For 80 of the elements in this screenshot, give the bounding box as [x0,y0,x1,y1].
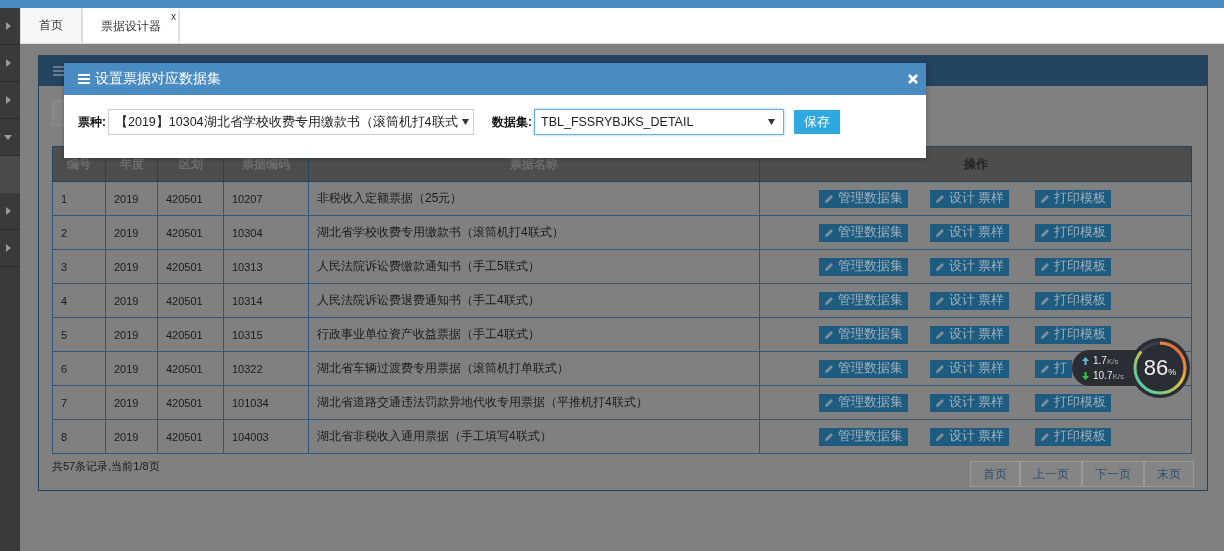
table-cell: 101034 [223,385,309,420]
table-cell: 6 [52,351,106,386]
table-cell: 2019 [105,181,158,216]
table-cell: 10314 [223,283,309,318]
action-button[interactable]: 打 [1035,359,1072,378]
field-label: 票种: [78,113,106,131]
table-cell: 湖北省学校收费专用缴款书（滚筒机打4联式） [308,215,760,250]
table-cell: 7 [52,385,106,420]
table-cell: 10313 [223,249,309,284]
action-button[interactable]: 设计 票样 [930,223,1010,242]
table-cell: 10304 [223,215,309,250]
tab[interactable]: 首页 [20,8,82,43]
dropdown[interactable]: 【2019】10304湖北省学校收费专用缴款书（滚筒机打4联式 [108,109,474,135]
action-button[interactable]: 打印模板 [1035,223,1111,242]
action-button[interactable]: 管理数据集 [819,189,908,208]
action-button[interactable]: 打印模板 [1035,291,1111,310]
action-button[interactable]: 打印模板 [1035,393,1111,412]
action-button[interactable]: 设计 票样 [930,359,1010,378]
field-label: 数据集: [492,113,532,131]
action-button[interactable]: 管理数据集 [819,393,908,412]
dialog-title: 设置票据对应数据集 [95,70,222,88]
action-button[interactable]: 设计 票样 [930,291,1010,310]
action-button[interactable]: 管理数据集 [819,291,908,310]
save-button[interactable]: 保存 [794,110,840,134]
action-button[interactable]: 管理数据集 [819,257,908,276]
table-cell: 420501 [157,385,224,420]
action-button[interactable]: 打印模板 [1035,189,1111,208]
pager-button[interactable]: 下一页 [1082,461,1144,487]
table-cell: 420501 [157,181,224,216]
dropdown[interactable]: TBL_FSSRYBJKS_DETAIL [534,109,784,135]
table-cell: 4 [52,283,106,318]
pager-button[interactable]: 首页 [970,461,1020,487]
table-cell: 10315 [223,317,309,352]
table-cell: 非税收入定额票据（25元） [308,181,760,216]
table-cell: 人民法院诉讼费缴款通知书（手工5联式） [308,249,760,284]
table-cell: 10207 [223,181,309,216]
table-cell: 420501 [157,215,224,250]
table-cell: 2019 [105,215,158,250]
action-button[interactable]: 设计 票样 [930,325,1010,344]
table-cell: 2019 [105,419,158,454]
action-button[interactable]: 管理数据集 [819,223,908,242]
pager-button[interactable]: 上一页 [1020,461,1082,487]
table-cell: 420501 [157,419,224,454]
action-button[interactable]: 打印模板 [1035,257,1111,276]
table-cell: 1 [52,181,106,216]
table-cell: 2019 [105,385,158,420]
action-button[interactable]: 打印模板 [1035,427,1111,446]
tab-close-button[interactable]: x [171,11,179,41]
table-cell: 10322 [223,351,309,386]
table-cell: 湖北省车辆过渡费专用票据（滚筒机打单联式） [308,351,760,386]
table-cell: 2019 [105,351,158,386]
table-cell: 420501 [157,317,224,352]
action-button[interactable]: 设计 票样 [930,189,1010,208]
table-cell: 2 [52,215,106,250]
table-cell: 2019 [105,249,158,284]
action-button[interactable]: 管理数据集 [819,427,908,446]
record-summary: 共57条记录,当前1/8页 [52,459,160,474]
action-button[interactable]: 打印模板 [1035,325,1111,344]
table-cell: 湖北省道路交通违法罚款异地代收专用票据（平推机打4联式） [308,385,760,420]
table-cell: 人民法院诉讼费退费通知书（手工4联式） [308,283,760,318]
table-cell: 8 [52,419,106,454]
usage-percent: 86% [1143,355,1177,381]
table-cell: 420501 [157,283,224,318]
action-button[interactable]: 设计 票样 [930,393,1010,412]
pager-button[interactable]: 末页 [1144,461,1194,487]
download-speed: 10.7K/s [1093,370,1125,381]
table-cell: 3 [52,249,106,284]
table-cell: 湖北省非税收入通用票据（手工填写4联式） [308,419,760,454]
table-cell: 104003 [223,419,309,454]
upload-speed: 1.7K/s [1093,355,1119,366]
table-cell: 2019 [105,283,158,318]
table-cell: 5 [52,317,106,352]
action-button[interactable]: 管理数据集 [819,325,908,344]
table-cell: 行政事业单位资产收益票据（手工4联式） [308,317,760,352]
table-cell: 420501 [157,351,224,386]
action-button[interactable]: 设计 票样 [930,427,1010,446]
action-button[interactable]: 管理数据集 [819,359,908,378]
table-cell: 2019 [105,317,158,352]
action-button[interactable]: 设计 票样 [930,257,1010,276]
table-cell: 420501 [157,249,224,284]
